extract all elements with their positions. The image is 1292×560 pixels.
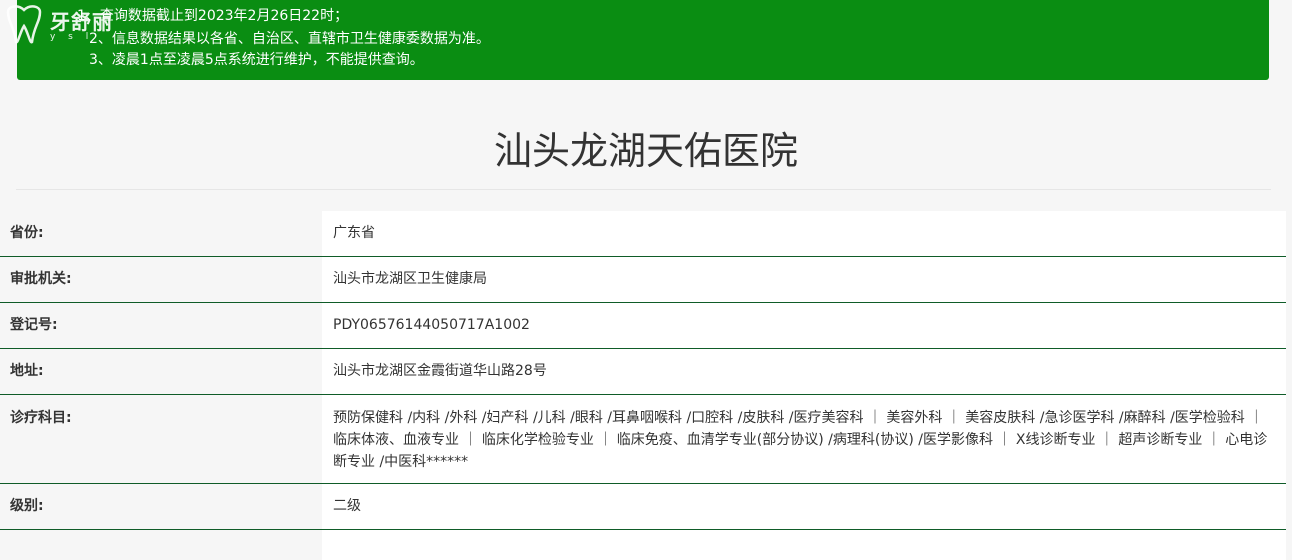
info-row-next [0,530,1286,560]
watermark-logo: 牙舒丽 y s l [2,0,132,48]
watermark-text: 牙舒丽 [50,10,113,34]
info-row-departments: 诊疗科目: 预防保健科 /内科 /外科 /妇产科 /儿科 /眼科 /耳鼻咽喉科 … [0,395,1286,484]
info-row-province: 省份: 广东省 [0,211,1286,257]
info-row-registration-number: 登记号: PDY06576144050717A1002 [0,303,1286,349]
info-row-approval-authority: 审批机关: 汕头市龙湖区卫生健康局 [0,257,1286,303]
hospital-name: 汕头龙湖天佑医院 [493,129,798,173]
field-label: 诊疗科目: [0,395,322,483]
watermark-subtext: y s l [50,32,94,42]
title-divider [16,189,1271,190]
field-label: 省份: [0,211,322,256]
hospital-info-table: 省份: 广东省 审批机关: 汕头市龙湖区卫生健康局 登记号: PDY065761… [0,211,1286,560]
field-value: 汕头市龙湖区金霞街道华山路28号 [322,349,1286,394]
notice-line-3: 3、凌晨1点至凌晨5点系统进行维护，不能提供查询。 [89,52,424,68]
field-value: 二级 [322,484,1286,529]
notice-line-2: 2、信息数据结果以各省、自治区、直辖市卫生健康委数据为准。 [89,31,490,47]
field-label: 级别: [0,484,322,529]
field-value: 广东省 [322,211,1286,256]
field-label: 审批机关: [0,257,322,302]
field-value: 汕头市龙湖区卫生健康局 [322,257,1286,302]
field-label: 地址: [0,349,322,394]
info-row-level: 级别: 二级 [0,484,1286,530]
field-value: PDY06576144050717A1002 [322,303,1286,348]
notice-banner: 1、查询数据截止到2023年2月26日22时； 2、信息数据结果以各省、自治区、… [17,0,1269,80]
field-value: 预防保健科 /内科 /外科 /妇产科 /儿科 /眼科 /耳鼻咽喉科 /口腔科 /… [322,395,1286,483]
field-value-empty [322,530,1286,560]
field-label-empty [0,530,322,560]
tooth-icon [6,5,42,44]
field-label: 登记号: [0,303,322,348]
info-row-address: 地址: 汕头市龙湖区金霞街道华山路28号 [0,349,1286,395]
